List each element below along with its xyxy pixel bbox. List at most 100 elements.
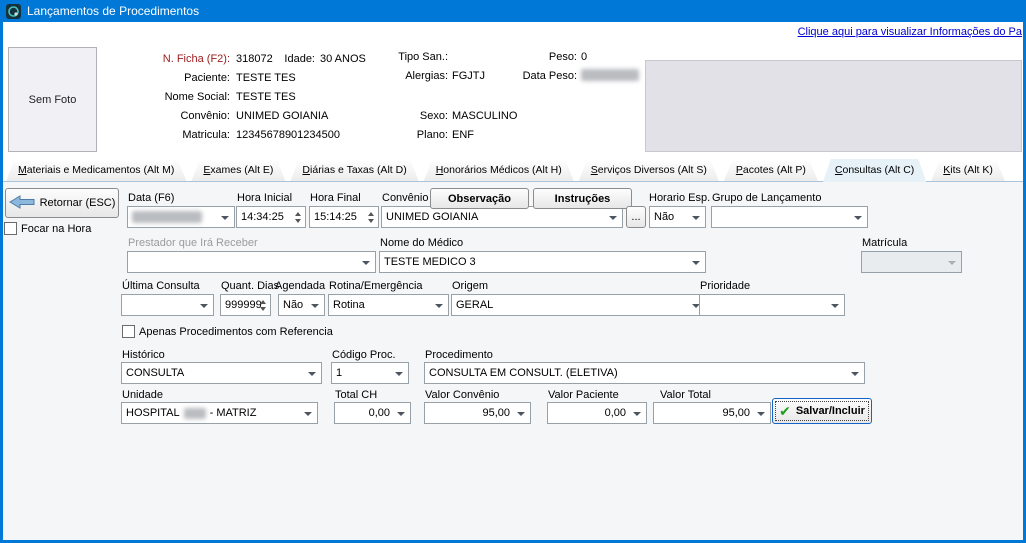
window-title: Lançamentos de Procedimentos: [27, 4, 199, 18]
unidade-value-suffix: - MATRIZ: [210, 407, 257, 419]
instrucoes-button[interactable]: Instruções: [533, 188, 632, 209]
dropdown-arrow-icon[interactable]: [304, 412, 312, 416]
focar-checkbox-label: Focar na Hora: [21, 223, 91, 235]
prestador-label: Prestador que Irá Receber: [128, 237, 258, 249]
tab-accesskey: H: [436, 164, 444, 176]
plano-label: Plano:: [360, 129, 448, 141]
convenio-label: Convênio: [382, 192, 428, 204]
valor-convenio-value: 95,00: [482, 407, 510, 419]
dropdown-arrow-icon[interactable]: [397, 412, 405, 416]
rotina-label: Rotina/Emergência: [329, 280, 423, 292]
ficha-label: N. Ficha (F2):: [100, 53, 230, 65]
dropdown-arrow-icon[interactable]: [609, 216, 617, 220]
horario-esp-value: Não: [654, 211, 674, 223]
tab-materiais-e-medicamentos-alt-m[interactable]: Materiais e Medicamentos (Alt M): [6, 161, 186, 181]
origem-field[interactable]: GERAL: [451, 294, 706, 316]
tab-pacotes-alt-p[interactable]: Pacotes (Alt P): [724, 161, 818, 181]
focar-checkbox[interactable]: [4, 222, 17, 235]
apenas-referencia-checkbox[interactable]: [122, 325, 135, 338]
retornar-button[interactable]: Retornar (ESC): [5, 188, 119, 218]
tab-diarias-e-taxas-alt-d[interactable]: Diárias e Taxas (Alt D): [290, 161, 418, 181]
tipo-san-label: Tipo San.:: [360, 51, 448, 63]
redacted-date: [581, 69, 639, 81]
check-icon: ✔: [779, 404, 791, 418]
spinner-icon[interactable]: [368, 212, 374, 223]
prioridade-label: Prioridade: [700, 280, 750, 292]
dropdown-arrow-icon[interactable]: [311, 304, 319, 308]
medico-field[interactable]: TESTE MEDICO 3: [379, 251, 706, 273]
agendada-field[interactable]: Não: [278, 294, 325, 316]
nome-social-value: TESTE TES: [236, 91, 296, 103]
dropdown-arrow-icon[interactable]: [633, 412, 641, 416]
tab-exames-alt-e[interactable]: Exames (Alt E): [191, 161, 285, 181]
tab-accesskey: E: [203, 164, 210, 176]
historico-field[interactable]: CONSULTA: [121, 362, 322, 384]
horario-esp-field[interactable]: Não: [649, 206, 706, 228]
tab-accesskey: K: [943, 164, 950, 176]
matricula-field: [861, 251, 962, 273]
apenas-referencia-label: Apenas Procedimentos com Referencia: [139, 326, 333, 338]
tab-consultas-alt-c[interactable]: Consultas (Alt C): [823, 159, 926, 182]
tab-honorarios-medicos-alt-h[interactable]: Honorários Médicos (Alt H): [424, 161, 574, 181]
data-label: Data (F6): [128, 192, 174, 204]
codigo-proc-field[interactable]: 1: [331, 362, 409, 384]
unidade-label: Unidade: [122, 389, 163, 401]
historico-value: CONSULTA: [126, 367, 184, 379]
hora-final-field[interactable]: 15:14:25: [309, 206, 379, 228]
quant-dias-value: 999999: [225, 299, 262, 311]
quant-dias-field[interactable]: 999999: [220, 294, 271, 316]
valor-total-value: 95,00: [722, 407, 750, 419]
convenio-header-value: UNIMED GOIANIA: [236, 110, 328, 122]
dropdown-arrow-icon[interactable]: [692, 261, 700, 265]
browse-button[interactable]: ...: [626, 206, 646, 228]
tab-accesskey: S: [591, 164, 598, 176]
valor-convenio-field[interactable]: 95,00: [424, 402, 531, 424]
browse-label: ...: [631, 211, 640, 223]
valor-paciente-label: Valor Paciente: [548, 389, 619, 401]
title-bar: Lançamentos de Procedimentos: [0, 0, 1026, 22]
total-ch-field[interactable]: 0,00: [334, 402, 411, 424]
dropdown-arrow-icon[interactable]: [757, 412, 765, 416]
procedimento-field[interactable]: CONSULTA EM CONSULT. (ELETIVA): [424, 362, 865, 384]
spinner-icon[interactable]: [295, 212, 301, 223]
prestador-field[interactable]: [127, 251, 376, 273]
dropdown-arrow-icon[interactable]: [854, 216, 862, 220]
hora-final-label: Hora Final: [310, 192, 361, 204]
tab-servicos-diversos-alt-s[interactable]: Serviços Diversos (Alt S): [579, 161, 719, 181]
dropdown-arrow-icon[interactable]: [395, 372, 403, 376]
valor-total-field[interactable]: 95,00: [653, 402, 771, 424]
salvar-incluir-button[interactable]: ✔ Salvar/Incluir: [772, 398, 872, 424]
tab-kits-alt-k[interactable]: Kits (Alt K): [931, 161, 1005, 181]
rotina-field[interactable]: Rotina: [328, 294, 449, 316]
unidade-value-prefix: HOSPITAL: [126, 407, 180, 419]
prioridade-field[interactable]: [699, 294, 845, 316]
tab-accesskey: D: [302, 164, 310, 176]
observacao-button[interactable]: Observação: [430, 188, 529, 209]
dropdown-arrow-icon[interactable]: [308, 372, 316, 376]
dropdown-arrow-icon[interactable]: [831, 304, 839, 308]
app-icon: [6, 4, 21, 19]
dropdown-arrow-icon[interactable]: [435, 304, 443, 308]
dropdown-arrow-icon: [948, 261, 956, 265]
hora-inicial-label: Hora Inicial: [237, 192, 292, 204]
medico-value: TESTE MEDICO 3: [384, 256, 476, 268]
unidade-field[interactable]: HOSPITAL - MATRIZ: [121, 402, 318, 424]
valor-paciente-field[interactable]: 0,00: [547, 402, 647, 424]
convenio-field[interactable]: UNIMED GOIANIA: [381, 206, 623, 228]
dropdown-arrow-icon[interactable]: [221, 216, 229, 220]
convenio-header-label: Convênio:: [100, 110, 230, 122]
hora-inicial-field[interactable]: 14:34:25: [236, 206, 306, 228]
dropdown-arrow-icon[interactable]: [200, 304, 208, 308]
peso-value: 0: [581, 51, 587, 63]
spinner-icon[interactable]: [260, 300, 266, 311]
alergias-value: FGJTJ: [452, 70, 485, 82]
data-field[interactable]: [127, 206, 235, 228]
patient-info-link[interactable]: Clique aqui para visualizar Informações …: [798, 26, 1022, 38]
dropdown-arrow-icon[interactable]: [362, 261, 370, 265]
dropdown-arrow-icon[interactable]: [517, 412, 525, 416]
paciente-value: TESTE TES: [236, 72, 296, 84]
grupo-field[interactable]: [711, 206, 868, 228]
dropdown-arrow-icon[interactable]: [692, 216, 700, 220]
dropdown-arrow-icon[interactable]: [851, 372, 859, 376]
ultima-consulta-field[interactable]: [121, 294, 214, 316]
